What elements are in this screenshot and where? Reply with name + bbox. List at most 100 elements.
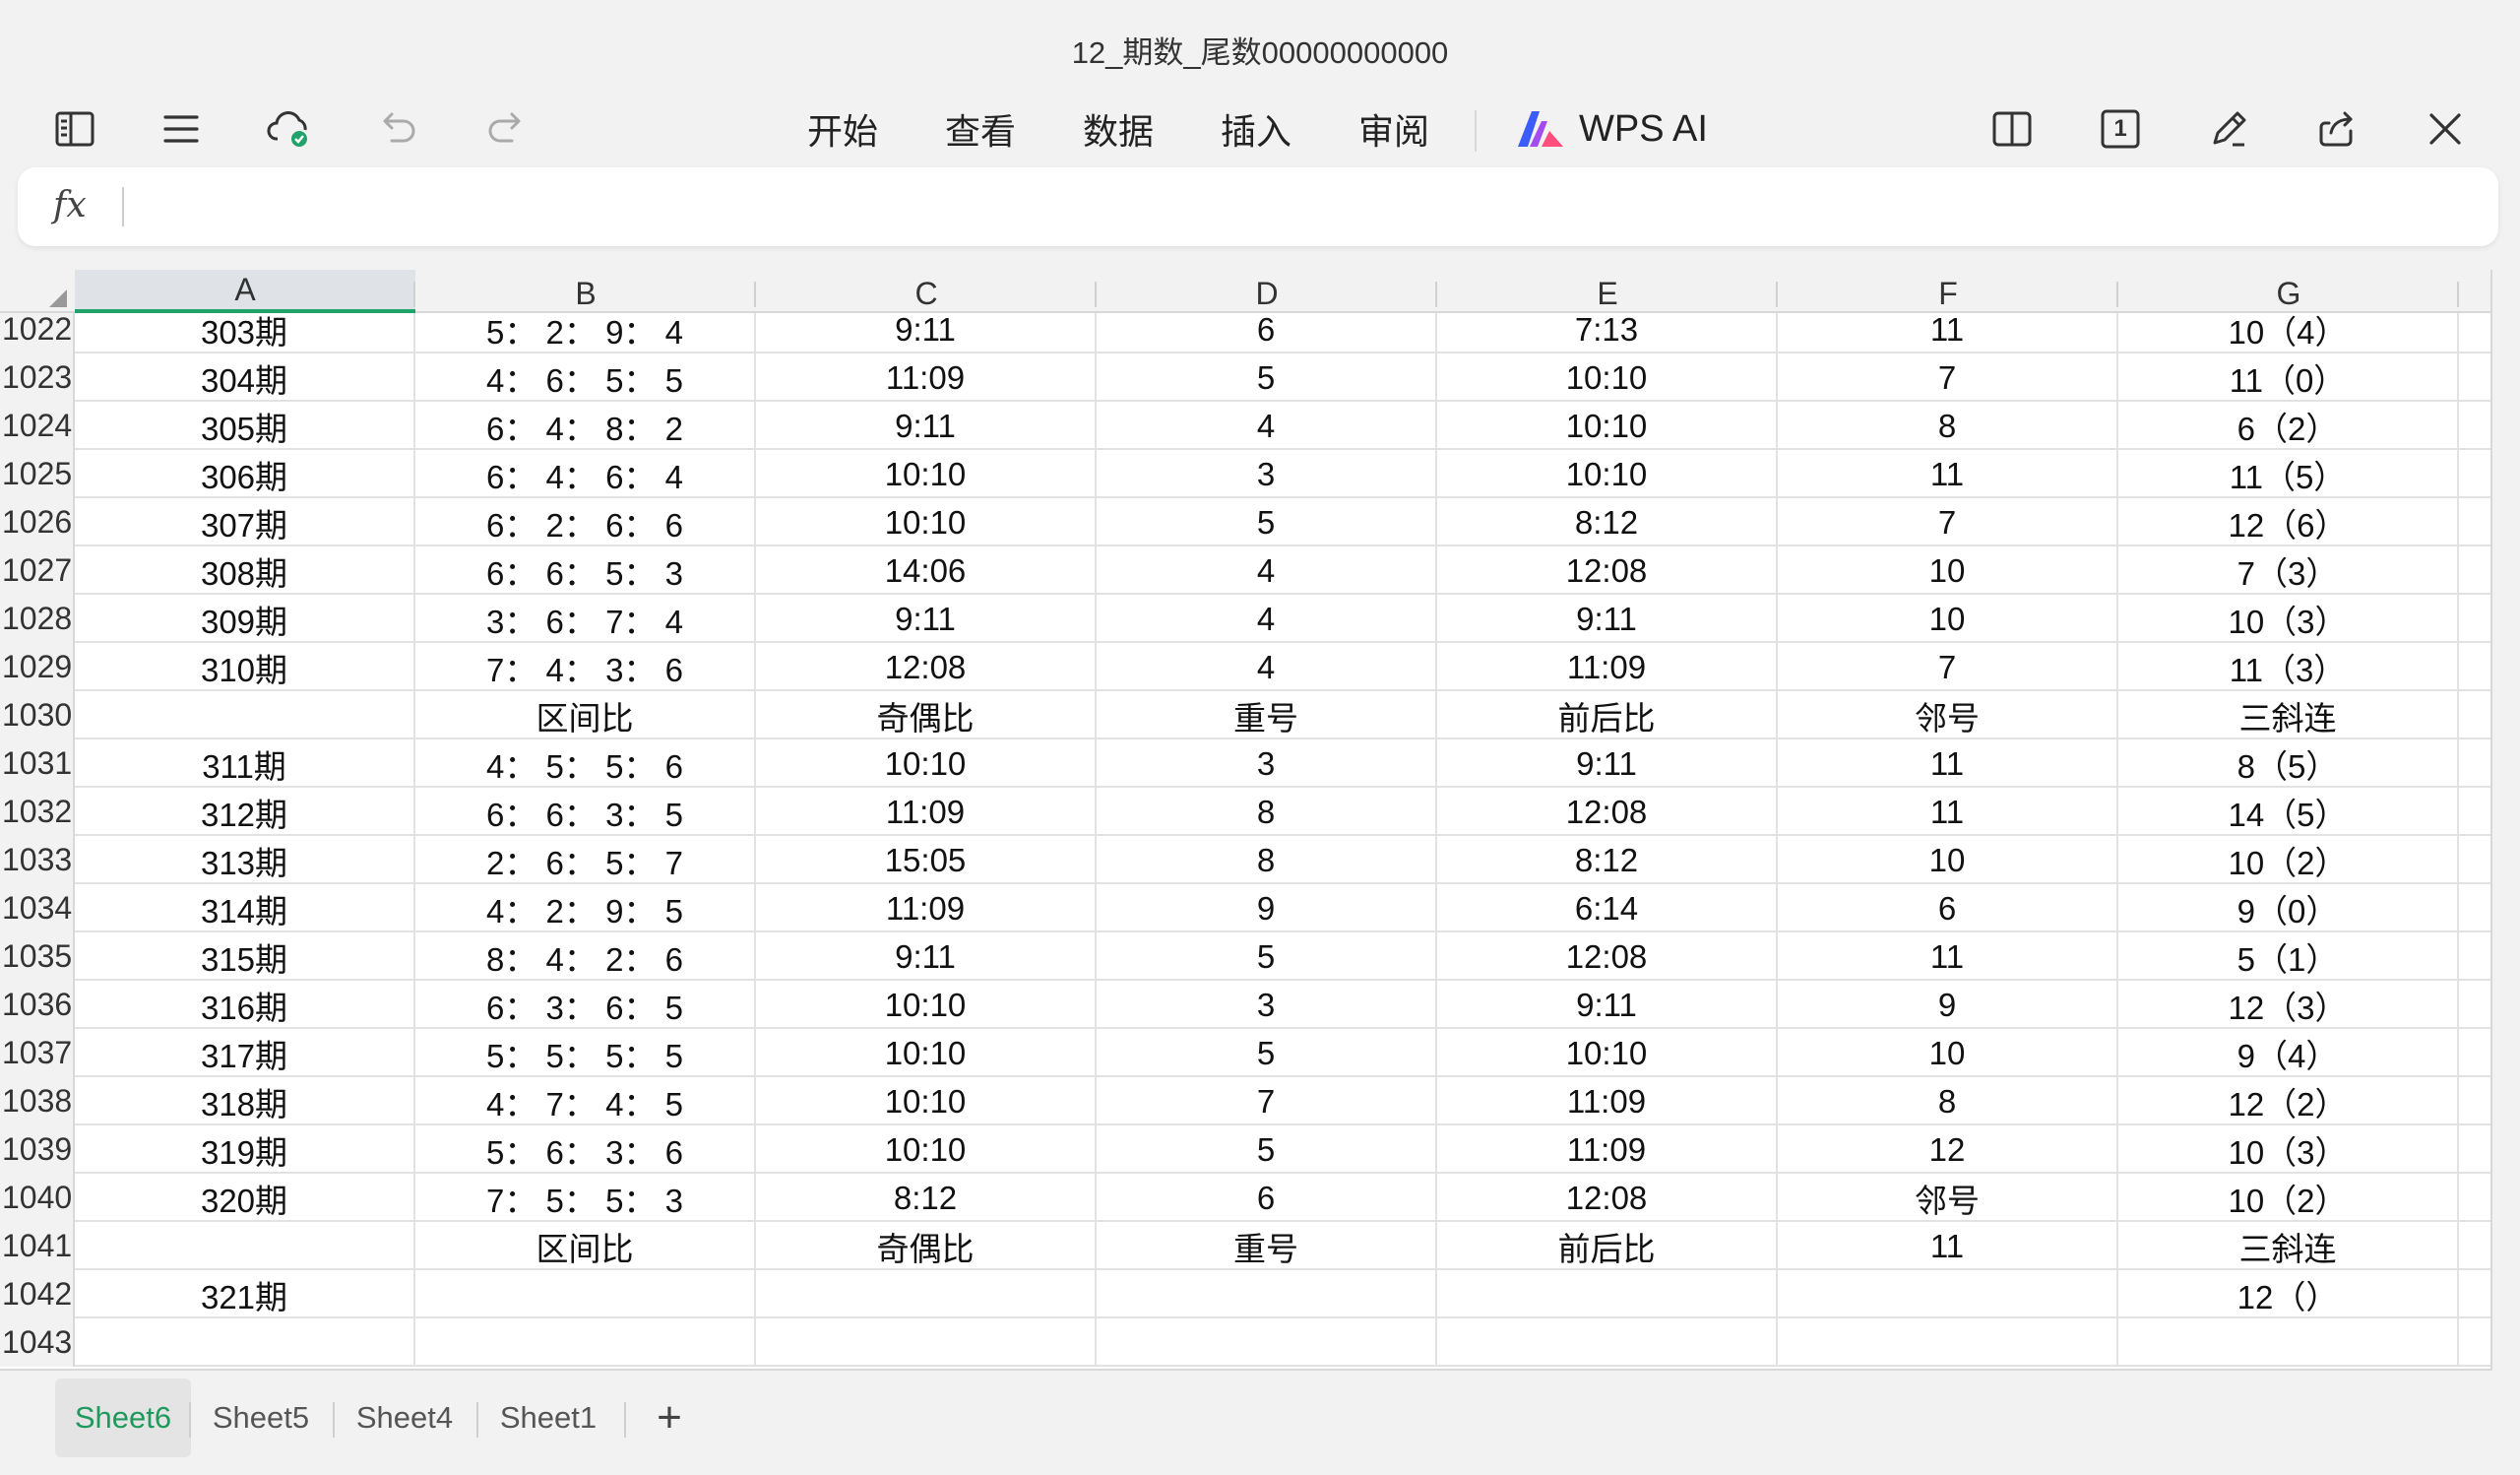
cell-e1026[interactable]: 8:12 bbox=[1437, 498, 1778, 546]
cell-c1042[interactable] bbox=[756, 1270, 1097, 1318]
column-header-b[interactable]: B bbox=[415, 270, 756, 313]
cell-d1036[interactable]: 3 bbox=[1097, 981, 1437, 1029]
menu-icon[interactable] bbox=[146, 94, 217, 164]
cell-d1031[interactable]: 3 bbox=[1097, 739, 1437, 788]
cell-g1034[interactable]: 9（0） bbox=[2118, 884, 2459, 932]
cell-f1029[interactable]: 7 bbox=[1778, 643, 2118, 691]
cell-e1033[interactable]: 8:12 bbox=[1437, 836, 1778, 884]
cell-g1038[interactable]: 12（2） bbox=[2118, 1077, 2459, 1125]
cell-b1023[interactable]: 4： 6： 5： 5 bbox=[415, 353, 756, 402]
cell-g1031[interactable]: 8（5） bbox=[2118, 739, 2459, 788]
cell-d1038[interactable]: 7 bbox=[1097, 1077, 1437, 1125]
cell-e1035[interactable]: 12:08 bbox=[1437, 932, 1778, 981]
cell-f1023[interactable]: 7 bbox=[1778, 353, 2118, 402]
menu-insert[interactable]: 插入 bbox=[1221, 101, 1292, 157]
cell-b1032[interactable]: 6： 6： 3： 5 bbox=[415, 788, 756, 836]
formula-bar[interactable]: fx bbox=[18, 167, 2498, 246]
cell-a1028[interactable]: 309期 bbox=[75, 595, 415, 643]
cell-f1042[interactable] bbox=[1778, 1270, 2118, 1318]
split-view-icon[interactable] bbox=[1977, 94, 2048, 164]
cell-b1041[interactable]: 区间比 bbox=[415, 1222, 756, 1270]
cell-a1025[interactable]: 306期 bbox=[75, 450, 415, 498]
cell-b1027[interactable]: 6： 6： 5： 3 bbox=[415, 546, 756, 595]
cell-a1026[interactable]: 307期 bbox=[75, 498, 415, 546]
row-header[interactable]: 1028 bbox=[0, 595, 75, 643]
cell-e1032[interactable]: 12:08 bbox=[1437, 788, 1778, 836]
cell-g1042[interactable]: 12（） bbox=[2118, 1270, 2459, 1318]
cell-a1027[interactable]: 308期 bbox=[75, 546, 415, 595]
cell-a1036[interactable]: 316期 bbox=[75, 981, 415, 1029]
menu-data[interactable]: 数据 bbox=[1083, 101, 1154, 157]
cell-b1028[interactable]: 3： 6： 7： 4 bbox=[415, 595, 756, 643]
column-header-e[interactable]: E bbox=[1437, 270, 1778, 313]
cell-f1035[interactable]: 11 bbox=[1778, 932, 2118, 981]
cell-b1036[interactable]: 6： 3： 6： 5 bbox=[415, 981, 756, 1029]
cell-g1035[interactable]: 5（1） bbox=[2118, 932, 2459, 981]
cell-f1028[interactable]: 10 bbox=[1778, 595, 2118, 643]
cell-c1040[interactable]: 8:12 bbox=[756, 1174, 1097, 1222]
cell-b1034[interactable]: 4： 2： 9： 5 bbox=[415, 884, 756, 932]
cell-g1040[interactable]: 10（2） bbox=[2118, 1174, 2459, 1222]
row-header[interactable]: 1026 bbox=[0, 498, 75, 546]
cell-a1024[interactable]: 305期 bbox=[75, 402, 415, 450]
cell-g1024[interactable]: 6（2） bbox=[2118, 402, 2459, 450]
cell-d1033[interactable]: 8 bbox=[1097, 836, 1437, 884]
row-header[interactable]: 1029 bbox=[0, 643, 75, 691]
cell-e1034[interactable]: 6:14 bbox=[1437, 884, 1778, 932]
cell-g1026[interactable]: 12（6） bbox=[2118, 498, 2459, 546]
cell-e1039[interactable]: 11:09 bbox=[1437, 1125, 1778, 1174]
cell-d1024[interactable]: 4 bbox=[1097, 402, 1437, 450]
cell-c1026[interactable]: 10:10 bbox=[756, 498, 1097, 546]
cell-g1029[interactable]: 11（3） bbox=[2118, 643, 2459, 691]
cell-d1027[interactable]: 4 bbox=[1097, 546, 1437, 595]
cell-e1030[interactable]: 前后比 bbox=[1437, 691, 1778, 739]
cell-c1036[interactable]: 10:10 bbox=[756, 981, 1097, 1029]
cell-f1024[interactable]: 8 bbox=[1778, 402, 2118, 450]
cell-b1031[interactable]: 4： 5： 5： 6 bbox=[415, 739, 756, 788]
cell-b1024[interactable]: 6： 4： 8： 2 bbox=[415, 402, 756, 450]
cell-e1025[interactable]: 10:10 bbox=[1437, 450, 1778, 498]
cell-f1041[interactable]: 11 bbox=[1778, 1222, 2118, 1270]
menu-view[interactable]: 查看 bbox=[945, 101, 1016, 157]
cell-c1033[interactable]: 15:05 bbox=[756, 836, 1097, 884]
cell-e1029[interactable]: 11:09 bbox=[1437, 643, 1778, 691]
row-header[interactable]: 1032 bbox=[0, 788, 75, 836]
spreadsheet-grid[interactable]: 1022 303期 5： 2： 9： 4 9:11 6 7:13 11 10（4） 1023 30… bbox=[0, 270, 2492, 1371]
cell-e1024[interactable]: 10:10 bbox=[1437, 402, 1778, 450]
cell-d1034[interactable]: 9 bbox=[1097, 884, 1437, 932]
cell-g1036[interactable]: 12（3） bbox=[2118, 981, 2459, 1029]
cell-c1023[interactable]: 11:09 bbox=[756, 353, 1097, 402]
row-header[interactable]: 1040 bbox=[0, 1174, 75, 1222]
cell-a1033[interactable]: 313期 bbox=[75, 836, 415, 884]
cell-d1040[interactable]: 6 bbox=[1097, 1174, 1437, 1222]
cell-e1037[interactable]: 10:10 bbox=[1437, 1029, 1778, 1077]
cell-a1037[interactable]: 317期 bbox=[75, 1029, 415, 1077]
row-header[interactable]: 1027 bbox=[0, 546, 75, 595]
add-sheet-button[interactable]: + bbox=[646, 1379, 693, 1457]
cell-b1043[interactable] bbox=[415, 1318, 756, 1367]
cell-c1024[interactable]: 9:11 bbox=[756, 402, 1097, 450]
cell-b1030[interactable]: 区间比 bbox=[415, 691, 756, 739]
cell-g1039[interactable]: 10（3） bbox=[2118, 1125, 2459, 1174]
redo-icon[interactable] bbox=[471, 94, 541, 164]
cell-a1038[interactable]: 318期 bbox=[75, 1077, 415, 1125]
cell-d1035[interactable]: 5 bbox=[1097, 932, 1437, 981]
cell-c1037[interactable]: 10:10 bbox=[756, 1029, 1097, 1077]
cell-a1032[interactable]: 312期 bbox=[75, 788, 415, 836]
cell-c1039[interactable]: 10:10 bbox=[756, 1125, 1097, 1174]
row-header[interactable]: 1024 bbox=[0, 402, 75, 450]
cell-c1035[interactable]: 9:11 bbox=[756, 932, 1097, 981]
column-header-c[interactable]: C bbox=[756, 270, 1097, 313]
cell-d1030[interactable]: 重号 bbox=[1097, 691, 1437, 739]
sheet-tab-sheet1[interactable]: Sheet1 bbox=[484, 1379, 612, 1457]
cell-g1030[interactable]: 三斜连 bbox=[2118, 691, 2459, 739]
cell-g1043[interactable] bbox=[2118, 1318, 2459, 1367]
cell-c1031[interactable]: 10:10 bbox=[756, 739, 1097, 788]
row-header[interactable]: 1037 bbox=[0, 1029, 75, 1077]
cell-b1026[interactable]: 6： 2： 6： 6 bbox=[415, 498, 756, 546]
cell-f1032[interactable]: 11 bbox=[1778, 788, 2118, 836]
cell-d1026[interactable]: 5 bbox=[1097, 498, 1437, 546]
row-header[interactable]: 1025 bbox=[0, 450, 75, 498]
row-header[interactable]: 1038 bbox=[0, 1077, 75, 1125]
row-header[interactable]: 1043 bbox=[0, 1318, 75, 1367]
